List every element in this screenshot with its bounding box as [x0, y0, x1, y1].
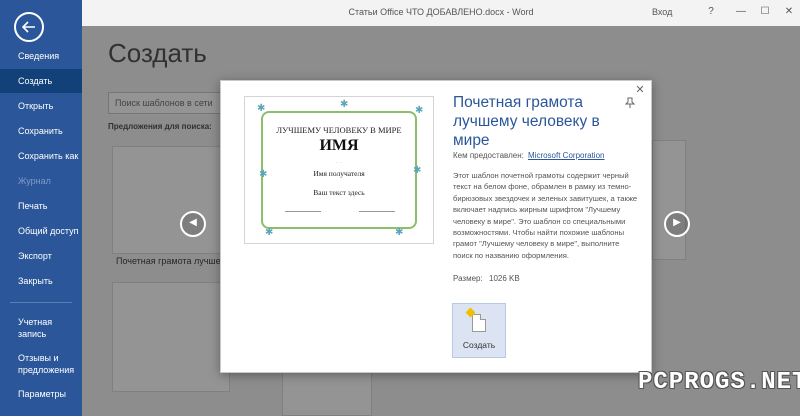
nav-item-open[interactable]: Открыть	[0, 94, 82, 118]
provider-label: Кем предоставлен:	[453, 151, 524, 160]
certificate-name: ИМЯ	[319, 137, 359, 154]
nav-item-history: Журнал	[18, 176, 51, 186]
pin-icon[interactable]	[624, 97, 636, 112]
nav-item-close[interactable]: Закрыть	[0, 269, 82, 293]
template-preview-dialog: ✕ ✱ ✱ ✱ ✱ ✱ ✱ ✱ ЛУЧШЕМУ ЧЕЛОВЕКУ В МИРЕ …	[220, 80, 652, 373]
next-template-button[interactable]: ▶	[664, 211, 690, 237]
certificate-custom-text: Ваш текст здесь	[313, 188, 365, 197]
close-icon[interactable]: ✕	[633, 83, 647, 97]
sidebar-divider	[10, 302, 72, 303]
certificate-small-text: · · ·	[336, 160, 342, 165]
template-description: Этот шаблон почетной грамоты содержит че…	[453, 171, 638, 260]
window-title: Статьи Office ЧТО ДОБАВЛЕНО.docx - Word	[348, 7, 534, 17]
backstage-sidebar: Сведения Создать Открыть Сохранить Сохра…	[0, 0, 82, 416]
template-title: Почетная грамота лучшему человеку в мире	[453, 94, 600, 149]
provider-link[interactable]: Microsoft Corporation	[528, 151, 604, 160]
title-bar: Статьи Office ЧТО ДОБАВЛЕНО.docx - Word …	[82, 0, 800, 26]
sign-in-link[interactable]: Вход	[652, 7, 672, 17]
create-button[interactable]: Создать	[452, 303, 506, 358]
chevron-right-icon: ▶	[673, 217, 681, 228]
certificate-recipient: Имя получателя	[313, 169, 365, 178]
minimize-button[interactable]: —	[732, 4, 750, 20]
previous-template-button[interactable]: ◀	[180, 211, 206, 237]
nav-item-new[interactable]: Создать	[0, 69, 82, 93]
nav-item-account[interactable]: Учетная запись	[0, 316, 70, 342]
star-icon: ✱	[257, 103, 266, 114]
size-value: 1026 KB	[489, 274, 520, 283]
back-button[interactable]	[14, 12, 44, 42]
nav-item-share[interactable]: Общий доступ	[0, 219, 82, 243]
nav-item-print[interactable]: Печать	[0, 194, 82, 218]
nav-item-feedback[interactable]: Отзывы и предложения	[0, 352, 74, 378]
chevron-left-icon: ◀	[189, 217, 197, 228]
watermark-text: PCPROGS.NET	[638, 369, 800, 396]
new-document-icon	[472, 314, 486, 332]
close-window-button[interactable]: ✕	[780, 4, 798, 20]
nav-item-save[interactable]: Сохранить	[0, 119, 82, 143]
nav-item-options[interactable]: Параметры	[0, 382, 82, 406]
star-icon: ✱	[265, 227, 274, 238]
template-preview-image: ✱ ✱ ✱ ✱ ✱ ✱ ✱ ЛУЧШЕМУ ЧЕЛОВЕКУ В МИРЕ ИМ…	[244, 96, 434, 244]
star-icon: ✱	[395, 227, 404, 238]
nav-item-info[interactable]: Сведения	[0, 44, 82, 68]
nav-item-save-as[interactable]: Сохранить как	[0, 144, 82, 168]
help-button[interactable]: ?	[702, 4, 720, 20]
maximize-button[interactable]: ☐	[756, 4, 774, 20]
certificate-signature-line	[285, 211, 321, 212]
certificate-heading: ЛУЧШЕМУ ЧЕЛОВЕКУ В МИРЕ	[276, 125, 402, 135]
star-icon: ✱	[415, 105, 424, 116]
create-button-label: Создать	[462, 340, 496, 350]
star-icon: ✱	[340, 99, 349, 110]
size-label: Размер:	[453, 274, 483, 283]
arrow-left-icon	[22, 21, 35, 33]
certificate-date-line	[359, 211, 395, 212]
nav-item-export[interactable]: Экспорт	[0, 244, 82, 268]
